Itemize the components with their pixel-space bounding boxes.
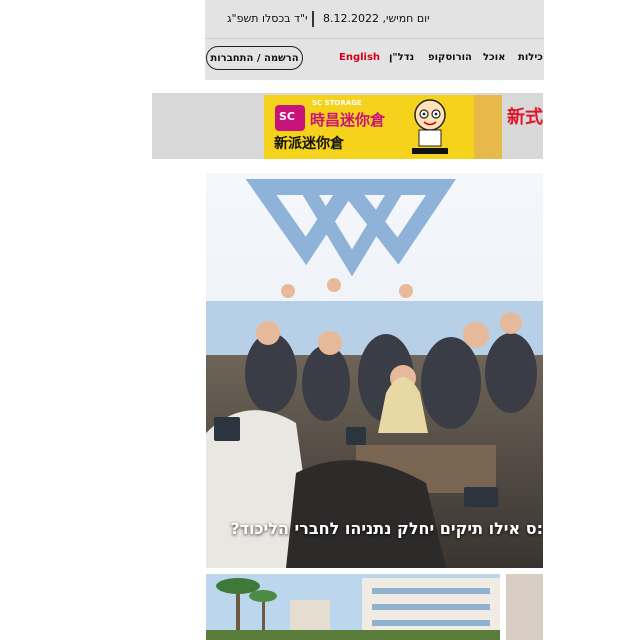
ad-slogan: 新派迷你倉 xyxy=(274,136,344,152)
thumbnail-image-buildings xyxy=(206,574,500,640)
hero-headline[interactable]: :ס אילו תיקים יחלק נתניהו לחברי הליכוד? xyxy=(230,519,543,538)
ad-shelf-graphic xyxy=(474,95,502,159)
ad-logo-letters: SC xyxy=(279,110,295,123)
date-separator xyxy=(312,11,314,27)
nav-item-news[interactable]: כילות xyxy=(518,52,543,63)
hebrew-date: י"ד בכסלו תשפ"ג xyxy=(227,12,308,25)
site-header: י"ד בכסלו תשפ"ג יום חמישי, 8.12.2022 הרש… xyxy=(205,0,544,80)
article-thumbnail[interactable] xyxy=(206,574,500,640)
nav-item-real-estate[interactable]: נדל"ן xyxy=(389,52,414,63)
nav-item-horoscope[interactable]: הורוסקופ xyxy=(428,52,472,63)
ad-brand-english: SC STORAGE xyxy=(312,99,362,107)
hero-article[interactable]: :ס אילו תיקים יחלק נתניהו לחברי הליכוד? xyxy=(206,173,543,568)
nav-item-food[interactable]: אוכל xyxy=(483,52,505,63)
ad-new-label: 新式 xyxy=(507,107,543,128)
signup-login-button[interactable]: הרשמה / התחברות xyxy=(206,46,303,70)
advertisement-banner[interactable]: SC SC STORAGE 時昌迷你倉 新派迷你倉 新式 xyxy=(152,93,543,159)
nav-item-english[interactable]: English xyxy=(339,52,380,63)
hero-image xyxy=(206,173,543,568)
article-thumbnail-2[interactable] xyxy=(506,574,543,640)
cartoon-mascot-icon xyxy=(412,99,448,154)
gregorian-date: יום חמישי, 8.12.2022 xyxy=(323,12,430,25)
date-bar: י"ד בכסלו תשפ"ג יום חמישי, 8.12.2022 xyxy=(205,0,544,39)
ad-brand-chinese: 時昌迷你倉 xyxy=(310,111,386,129)
